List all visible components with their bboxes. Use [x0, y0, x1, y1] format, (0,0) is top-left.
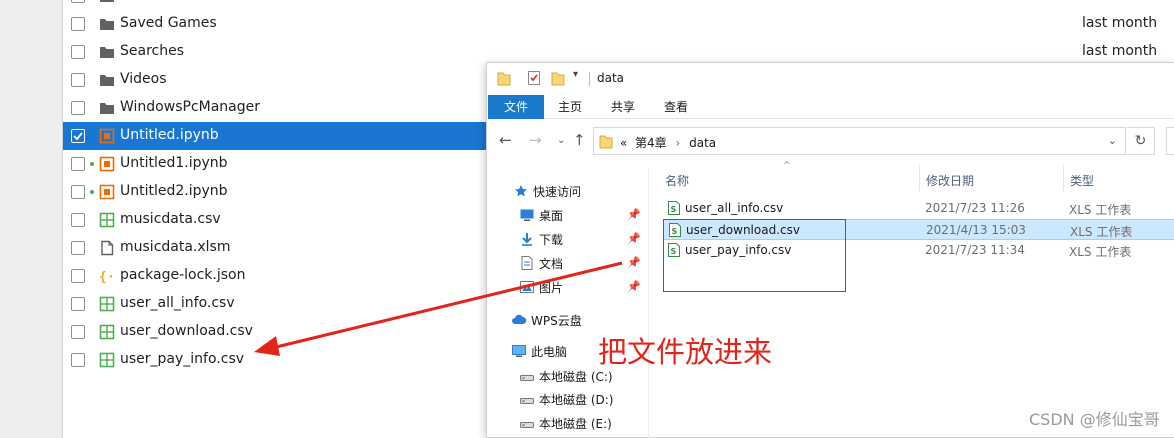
watermark: CSDN @修仙宝哥	[1029, 410, 1160, 429]
annotation-text: 把文件放进来	[598, 335, 773, 369]
annotation-arrow	[254, 261, 623, 356]
